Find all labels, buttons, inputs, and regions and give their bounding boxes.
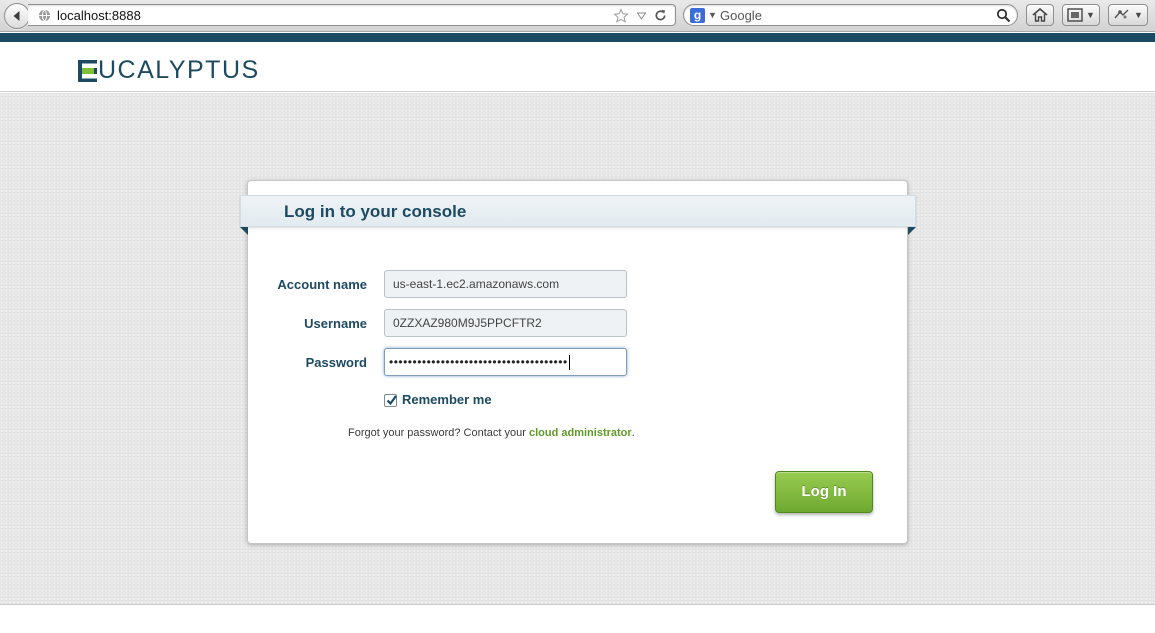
dropdown-icon[interactable]	[637, 12, 646, 20]
page-footer	[0, 606, 1155, 633]
google-icon[interactable]: g	[690, 8, 705, 23]
password-label: Password	[305, 355, 367, 370]
log-in-button[interactable]: Log In	[775, 471, 873, 513]
password-dots: ••••••••••••••••••••••••••••••••••••••	[389, 355, 568, 369]
screenshot-dropdown-icon: ▼	[1086, 10, 1095, 20]
browser-toolbar: localhost:8888 g ▼ Google ▼ ▼	[0, 0, 1155, 32]
cloud-administrator-link[interactable]: cloud administrator	[529, 427, 632, 439]
logo-e-icon	[78, 60, 97, 82]
back-button[interactable]	[4, 3, 30, 29]
username-input[interactable]: 0ZZXAZ980M9J5PPCFTR2	[384, 309, 627, 337]
text-caret	[568, 355, 570, 371]
reload-icon[interactable]	[654, 9, 667, 22]
forgot-password-suffix: .	[631, 427, 635, 439]
password-input[interactable]: ••••••••••••••••••••••••••••••••••••••	[384, 348, 627, 376]
eucalyptus-logo[interactable]: UCALYPTUS	[78, 56, 260, 84]
top-brand-stripe	[0, 33, 1155, 42]
search-engine-caret-icon[interactable]: ▼	[708, 7, 717, 24]
checkbox-checked-icon	[386, 394, 397, 405]
back-arrow-icon	[13, 11, 20, 21]
screenshot-button[interactable]: ▼	[1062, 4, 1100, 26]
screenshot-icon	[1067, 8, 1083, 22]
extension-button[interactable]: ▼	[1108, 4, 1148, 26]
page-header: UCALYPTUS	[0, 42, 1155, 92]
home-icon	[1032, 8, 1048, 22]
bookmark-star-icon[interactable]	[613, 7, 629, 24]
forgot-password-prefix: Forgot your password? Contact your	[348, 427, 529, 439]
account-name-label: Account name	[277, 277, 367, 292]
globe-icon	[38, 9, 51, 22]
home-button[interactable]	[1026, 4, 1054, 26]
address-bar[interactable]: localhost:8888	[28, 4, 676, 26]
remember-me[interactable]: Remember me	[384, 392, 492, 408]
remember-me-checkbox[interactable]	[384, 393, 397, 407]
extension-icon	[1114, 9, 1129, 19]
logo-text: UCALYPTUS	[98, 56, 260, 84]
url-text: localhost:8888	[57, 8, 141, 23]
login-title-ribbon: Log in to your console	[240, 195, 916, 227]
search-placeholder: Google	[720, 8, 762, 23]
extension-dropdown-icon: ▼	[1134, 10, 1143, 20]
ribbon-fold-left	[240, 227, 248, 235]
ribbon-fold-right	[908, 227, 916, 235]
forgot-password-text: Forgot your password? Contact your cloud…	[348, 426, 635, 440]
remember-me-label: Remember me	[402, 392, 492, 407]
login-title: Log in to your console	[284, 202, 467, 221]
account-name-input[interactable]: us-east-1.ec2.amazonaws.com	[384, 270, 627, 298]
search-bar[interactable]: g ▼ Google	[683, 4, 1018, 26]
username-label: Username	[304, 316, 367, 331]
search-icon[interactable]	[996, 8, 1011, 23]
address-bar-actions	[613, 7, 667, 24]
